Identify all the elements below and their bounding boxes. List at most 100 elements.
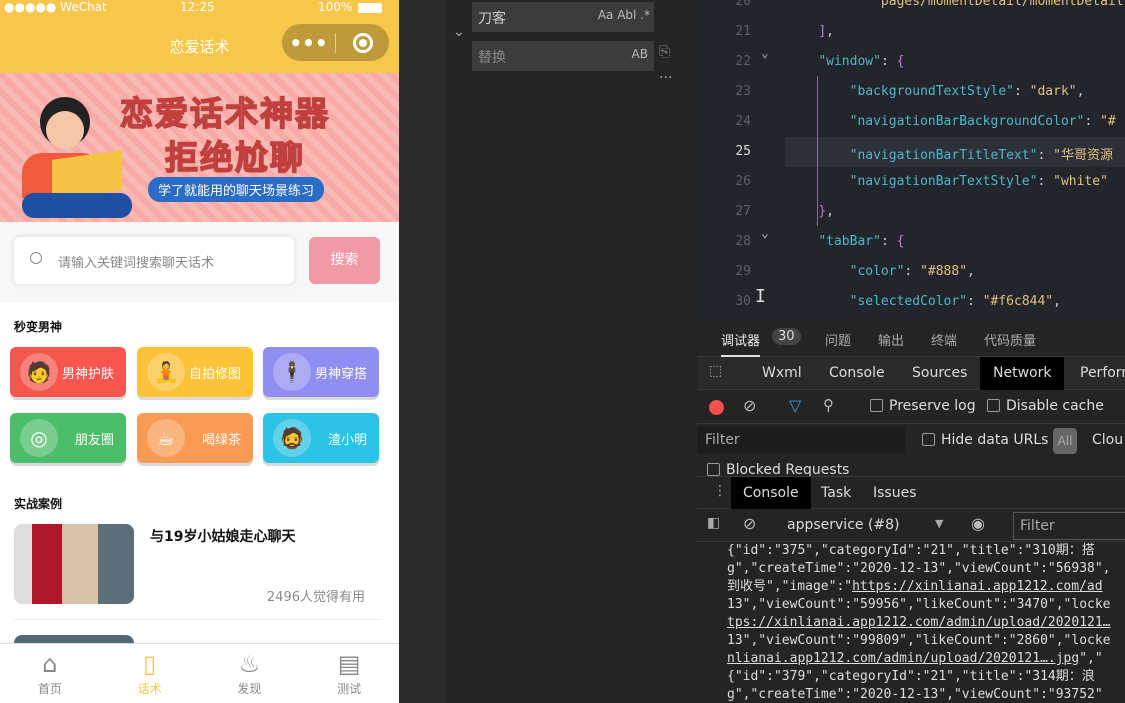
console-log-line: g","createTime":"2020-12-13","viewCount"…: [727, 687, 1103, 702]
type-all-button[interactable]: All: [1053, 428, 1077, 454]
section-title: 实战案例: [14, 497, 63, 511]
category-illustration-icon: 🕴: [273, 353, 311, 391]
drawer-tab-console[interactable]: Console: [731, 477, 811, 509]
tab-home[interactable]: ⌂ 首页: [0, 644, 100, 703]
battery-icon: [358, 3, 382, 13]
tab-document[interactable]: ▤ 测试: [299, 644, 399, 703]
tab-bar: ⌂ 首页 ▯ 话术 ♨ 发现 ▤ 测试: [0, 643, 399, 703]
network-filter-row: Filter Hide data URLs All Clou: [697, 424, 1125, 457]
search-button[interactable]: 搜索: [309, 237, 380, 284]
category-illustration-icon: ◎: [20, 419, 58, 457]
category-card[interactable]: 🧔 渣小明: [263, 413, 379, 463]
eye-icon[interactable]: ◉: [971, 514, 985, 533]
panel-tab[interactable]: 终端: [931, 330, 957, 349]
disable-cache-checkbox[interactable]: Disable cache: [987, 398, 1104, 414]
code-editor[interactable]: ⌄ ⌄ 20 pages/momentDetail/momentDetail 21…: [697, 0, 1125, 320]
line-number: 21: [735, 24, 751, 39]
status-bar: ●●●●● WeChat 12:25 100%: [0, 0, 399, 16]
more-icon[interactable]: ···: [659, 70, 672, 86]
find-input[interactable]: 刀客 Aa Abl .*: [472, 2, 654, 32]
category-card[interactable]: ☕ 喝绿茶: [137, 413, 253, 463]
banner-tagline: 学了就能用的聊天场景练习: [148, 177, 325, 202]
document-icon: ▤: [337, 650, 361, 678]
tool-tab-console[interactable]: Console: [829, 357, 885, 390]
section-title: 秒变男神: [14, 320, 63, 334]
code-line: "navigationBarBackgroundColor": "#: [849, 114, 1116, 129]
replace-input[interactable]: 替换 AB: [472, 41, 654, 71]
console-log-line: 13","viewCount":"99809","likeCount":"286…: [727, 633, 1111, 648]
category-card[interactable]: 🧘 自拍修图: [137, 347, 253, 397]
network-filter-input[interactable]: Filter: [697, 427, 905, 453]
tool-tab-sources[interactable]: Sources: [912, 357, 967, 390]
hide-data-urls-checkbox[interactable]: Hide data URLs: [922, 432, 1048, 448]
replace-all-icon[interactable]: ⎘: [659, 44, 670, 60]
line-number: 22: [735, 54, 751, 69]
code-line: },: [818, 204, 834, 219]
reading-girl-illustration: [22, 93, 132, 218]
console-log-line: nlianai.app1212.com/admin/upload/2020121…: [727, 651, 1103, 666]
tab-flame[interactable]: ♨ 发现: [200, 644, 300, 703]
line-number: 28: [735, 234, 751, 249]
find-replace-panel: ⌄ 刀客 Aa Abl .* 替换 AB ⎘ ···: [446, 0, 697, 703]
inspect-element-icon[interactable]: ⬚: [709, 363, 722, 379]
flame-icon: ♨: [238, 650, 261, 678]
category-label: 自拍修图: [188, 367, 241, 382]
search-input[interactable]: 请输入关键词搜索聊天话术: [14, 237, 294, 284]
clear-icon[interactable]: ⊘: [743, 396, 756, 415]
panel-tab[interactable]: 调试器: [721, 330, 761, 357]
clear-console-icon[interactable]: ⊘: [743, 514, 756, 533]
sidebar-toggle-icon[interactable]: ◧: [707, 515, 720, 531]
network-toolbar: ⊘ ▽ ⚲ Preserve log Disable cache: [697, 390, 1125, 424]
blocked-requests-row: Blocked Requests: [697, 457, 1125, 477]
console-log-line: tps://xinlianai.app1212.com/admin/upload…: [727, 615, 1111, 630]
line-number: 27: [735, 204, 751, 219]
search-icon: [30, 252, 42, 264]
tool-tab-perform[interactable]: Perform: [1080, 357, 1125, 390]
tab-book[interactable]: ▯ 话术: [100, 644, 200, 703]
dropdown-arrow-icon[interactable]: ▼: [935, 517, 943, 530]
category-card[interactable]: 🕴 男神穿搭: [263, 347, 379, 397]
panel-tab[interactable]: 问题: [825, 330, 851, 349]
drawer-tab-issues[interactable]: Issues: [873, 477, 917, 509]
cloud-filter[interactable]: Clou: [1092, 432, 1123, 448]
line-number: 26: [735, 174, 751, 189]
console-filter-input[interactable]: Filter: [1013, 512, 1125, 540]
find-options[interactable]: Aa Abl .*: [598, 8, 650, 22]
code-line: "navigationBarTextStyle": "white": [849, 174, 1108, 189]
console-log-line: {"id":"379","categoryId":"21","title":"3…: [727, 669, 1095, 684]
line-number: 30: [735, 294, 751, 309]
console-toolbar: ◧ ⊘ appservice (#8) ▼ ◉ Filter: [697, 509, 1125, 542]
tool-tab-wxml[interactable]: Wxml: [762, 357, 802, 390]
blocked-requests-checkbox[interactable]: Blocked Requests: [707, 462, 849, 476]
filter-icon[interactable]: ▽: [789, 396, 801, 415]
preserve-log-checkbox[interactable]: Preserve log: [870, 398, 976, 414]
chevron-down-icon[interactable]: ⌄: [453, 24, 465, 40]
tool-tab-network[interactable]: Network: [980, 357, 1065, 390]
banner-headline: 恋爱话术神器: [119, 93, 330, 134]
category-card[interactable]: ◎ 朋友圈: [10, 413, 126, 463]
devtools: 调试器 30 问题 输出 终端 代码质量 ⬚ Wxml Console Sources Netwo…: [697, 320, 1125, 703]
search-icon[interactable]: ⚲: [823, 396, 834, 414]
panel-tab[interactable]: 输出: [878, 330, 904, 349]
more-icon[interactable]: •••: [282, 31, 335, 55]
category-label: 男神穿搭: [314, 367, 367, 382]
record-icon[interactable]: [709, 400, 724, 415]
drawer-menu-icon[interactable]: ⋮: [713, 483, 727, 499]
code-line: "navigationBarTitleText": "华哥资源: [849, 148, 1113, 163]
list-item[interactable]: 与19岁小姑娘走心聊天 2496人觉得有用: [14, 524, 382, 605]
drawer-tab-task[interactable]: Task: [821, 477, 851, 509]
fold-chevron-icon[interactable]: ⌄: [761, 226, 769, 241]
panel-tab[interactable]: 代码质量: [984, 330, 1036, 349]
line-number: 24: [735, 114, 751, 129]
preserve-case-toggle[interactable]: AB: [632, 47, 648, 61]
text-cursor-icon: I: [755, 286, 766, 307]
drawer-tabs: ⋮ Console Task Issues: [697, 477, 1125, 509]
banner[interactable]: 恋爱话术神器 拒绝尬聊 学了就能用的聊天场景练习: [0, 73, 399, 222]
capsule-menu[interactable]: •••: [282, 24, 389, 61]
fold-chevron-icon[interactable]: ⌄: [761, 46, 769, 61]
category-card[interactable]: 🧑 男神护肤: [10, 347, 126, 397]
code-line: "color": "#888",: [849, 264, 975, 279]
close-miniprogram-icon[interactable]: [336, 32, 389, 53]
category-label: 喝绿茶: [201, 433, 241, 448]
context-select[interactable]: appservice (#8): [787, 517, 900, 533]
